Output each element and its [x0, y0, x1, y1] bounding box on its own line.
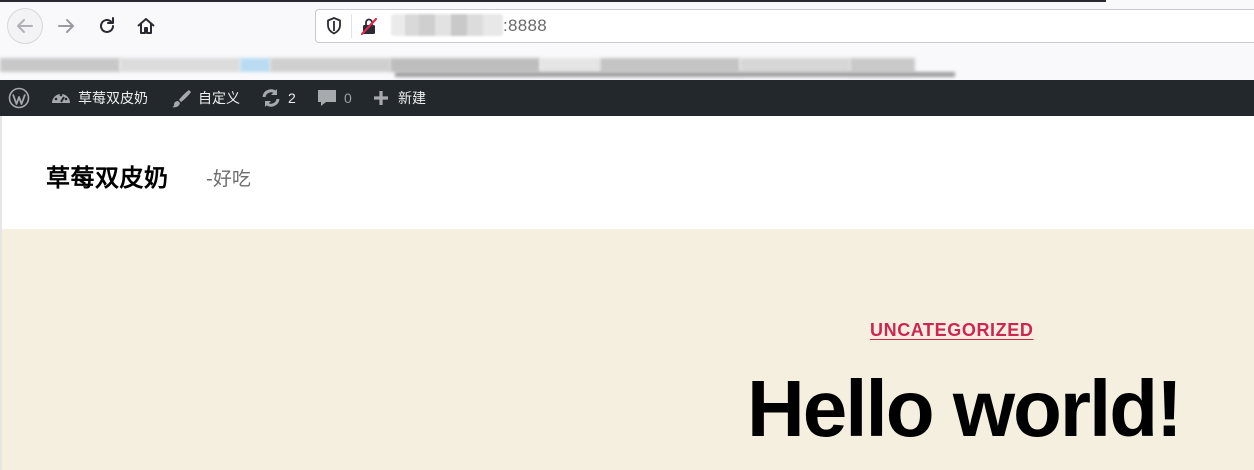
category-link[interactable]: UNCATEGORIZED — [870, 320, 1033, 341]
url-text[interactable]: :8888 — [503, 16, 547, 36]
customize-label: 自定义 — [198, 91, 240, 107]
new-content-menu[interactable]: 新建 — [370, 80, 426, 116]
tracking-shield-icon[interactable] — [324, 16, 344, 36]
wordpress-logo-icon — [8, 87, 30, 109]
url-divider — [351, 14, 352, 38]
redacted-host — [391, 14, 503, 36]
url-bar[interactable]: :8888 — [315, 9, 1254, 43]
reload-button[interactable] — [89, 8, 125, 44]
updates-menu[interactable]: 2 — [260, 80, 296, 116]
plus-icon — [374, 91, 388, 105]
forward-arrow-icon — [58, 19, 74, 33]
home-icon — [137, 18, 155, 34]
post-header: UNCATEGORIZED Hello world! — [0, 229, 1254, 470]
customize-menu[interactable]: 自定义 — [170, 80, 240, 116]
tab-strip-edge — [0, 0, 1106, 2]
dashboard-gauge-icon — [52, 93, 70, 103]
back-button[interactable] — [7, 8, 43, 44]
updates-icon — [262, 89, 280, 107]
comments-menu[interactable]: 0 — [316, 80, 352, 116]
forward-button[interactable] — [48, 8, 84, 44]
paintbrush-icon — [172, 90, 191, 108]
insecure-lock-icon[interactable] — [359, 16, 379, 36]
wp-logo-menu[interactable] — [8, 80, 36, 116]
site-name-label: 草莓双皮奶 — [78, 91, 148, 107]
site-name-menu[interactable]: 草莓双皮奶 — [50, 80, 148, 116]
site-header: 草莓双皮奶 -好吃 — [0, 116, 1254, 229]
home-button[interactable] — [128, 8, 164, 44]
reload-icon — [100, 17, 114, 33]
bookmarks-toolbar-redacted — [0, 50, 1254, 80]
site-title[interactable]: 草莓双皮奶 — [46, 158, 169, 193]
updates-count: 2 — [288, 90, 296, 106]
back-arrow-icon — [17, 19, 33, 33]
new-content-label: 新建 — [398, 91, 426, 107]
browser-toolbar: :8888 — [0, 0, 1254, 50]
site-description: -好吃 — [206, 168, 251, 190]
post-title[interactable]: Hello world! — [747, 369, 1183, 449]
wp-admin-bar: 草莓双皮奶 自定义 2 0 新建 — [0, 80, 1254, 116]
comment-bubble-icon — [318, 90, 336, 106]
comments-count: 0 — [344, 90, 352, 106]
